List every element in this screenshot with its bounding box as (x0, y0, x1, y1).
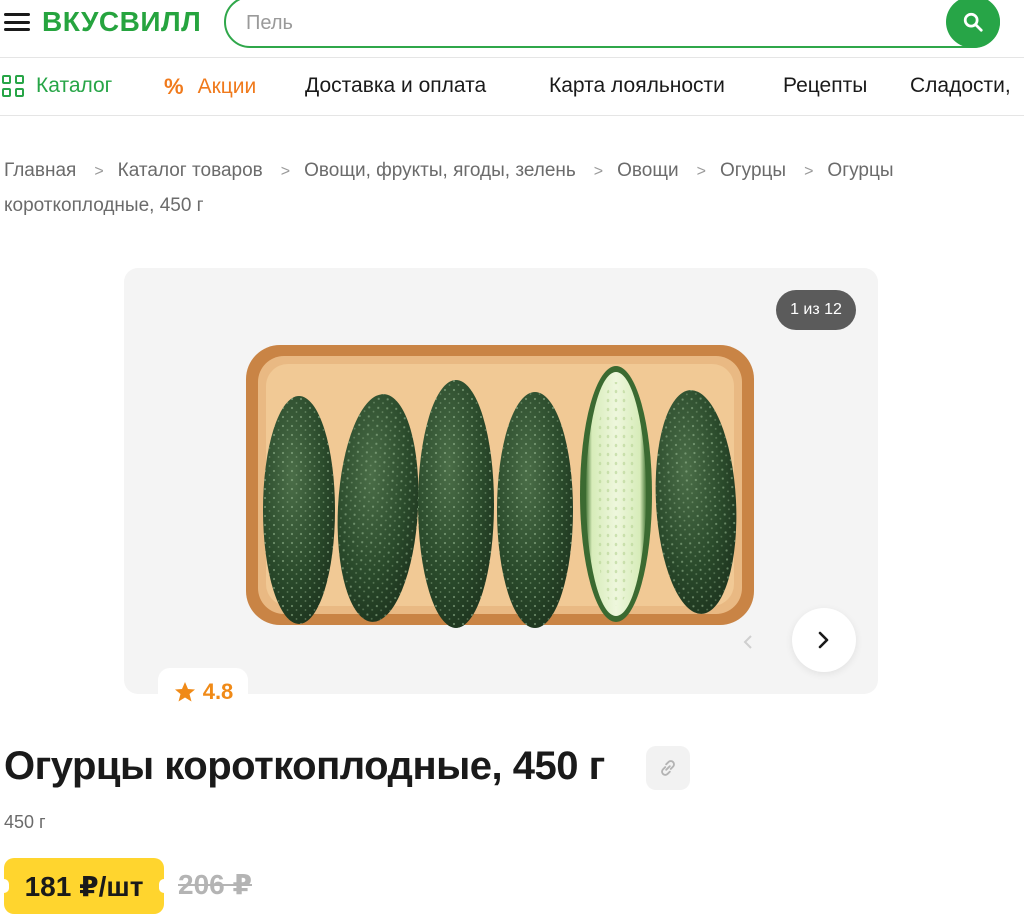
burger-menu-icon[interactable] (4, 12, 30, 32)
nav-item-recipes[interactable]: Рецепты (783, 74, 867, 98)
breadcrumb-item-home[interactable]: Главная (4, 160, 76, 181)
price-tag-notch (159, 879, 169, 893)
prev-image-button[interactable] (734, 628, 762, 656)
cucumber-sliced (580, 366, 652, 622)
product-photo (246, 345, 754, 628)
search-icon (963, 12, 983, 32)
chevron-right-icon: > (696, 163, 706, 180)
cucumber (263, 396, 335, 624)
cucumber (497, 392, 573, 628)
cucumber (418, 380, 494, 628)
star-icon (174, 682, 195, 702)
nav-item-sale[interactable]: % Акции (164, 74, 256, 100)
nav-item-label: Акции (197, 75, 257, 98)
old-price: 206 ₽ (178, 869, 252, 900)
nav-item-label: Рецепты (783, 74, 868, 97)
chevron-right-icon: > (804, 163, 814, 180)
breadcrumb-item-cucumbers[interactable]: Огурцы (720, 160, 786, 181)
nav-item-delivery[interactable]: Доставка и оплата (305, 74, 486, 98)
nav-item-label: Каталог (36, 74, 113, 97)
breadcrumb-item-produce[interactable]: Овощи, фрукты, ягоды, зелень (304, 160, 576, 181)
image-counter: 1 из 12 (776, 290, 856, 330)
search-bar (224, 0, 1000, 48)
chevron-right-icon (818, 631, 829, 649)
link-icon (661, 760, 675, 776)
grid-icon (2, 75, 24, 97)
current-price: 181 ₽/шт (24, 870, 144, 902)
product-weight: 450 г (4, 812, 46, 832)
product-gallery[interactable]: 1 из 12 (124, 268, 878, 694)
price-tag-notch (0, 879, 9, 893)
breadcrumb-item-vegetables[interactable]: Овощи (617, 160, 678, 181)
percent-icon: % (164, 74, 184, 99)
chevron-right-icon: > (593, 163, 604, 180)
rating-badge[interactable]: 4.8 (158, 668, 248, 716)
breadcrumb: Главная > Каталог товаров > Овощи, фрукты, я… (4, 154, 1014, 223)
nav-item-label: Доставка и оплата (305, 74, 487, 97)
logo[interactable]: ВКУСВИЛЛ (42, 6, 201, 38)
nav-item-loyalty[interactable]: Карта лояльности (549, 74, 725, 98)
nav-item-sweets[interactable]: Сладости, (910, 74, 1011, 98)
search-button[interactable] (946, 0, 1000, 48)
rating-value: 4.8 (202, 679, 234, 704)
chevron-right-icon: > (280, 163, 291, 180)
price-tag: 181 ₽/шт (0, 858, 169, 914)
category-nav: Каталог % Акции Доставка и оплата Карта … (0, 60, 1024, 116)
breadcrumb-item-catalog[interactable]: Каталог товаров (118, 160, 263, 181)
copy-link-button[interactable] (646, 746, 690, 790)
next-image-button[interactable] (792, 608, 856, 672)
chevron-left-icon (743, 635, 752, 649)
search-input[interactable] (246, 10, 846, 36)
header: ВКУСВИЛЛ (0, 0, 1024, 58)
product-title: Огурцы короткоплодные, 450 г (4, 744, 605, 788)
nav-item-catalog[interactable]: Каталог (2, 74, 112, 98)
nav-item-label: Сладости, (910, 74, 1011, 97)
chevron-right-icon: > (94, 163, 104, 180)
nav-item-label: Карта лояльности (549, 74, 725, 97)
